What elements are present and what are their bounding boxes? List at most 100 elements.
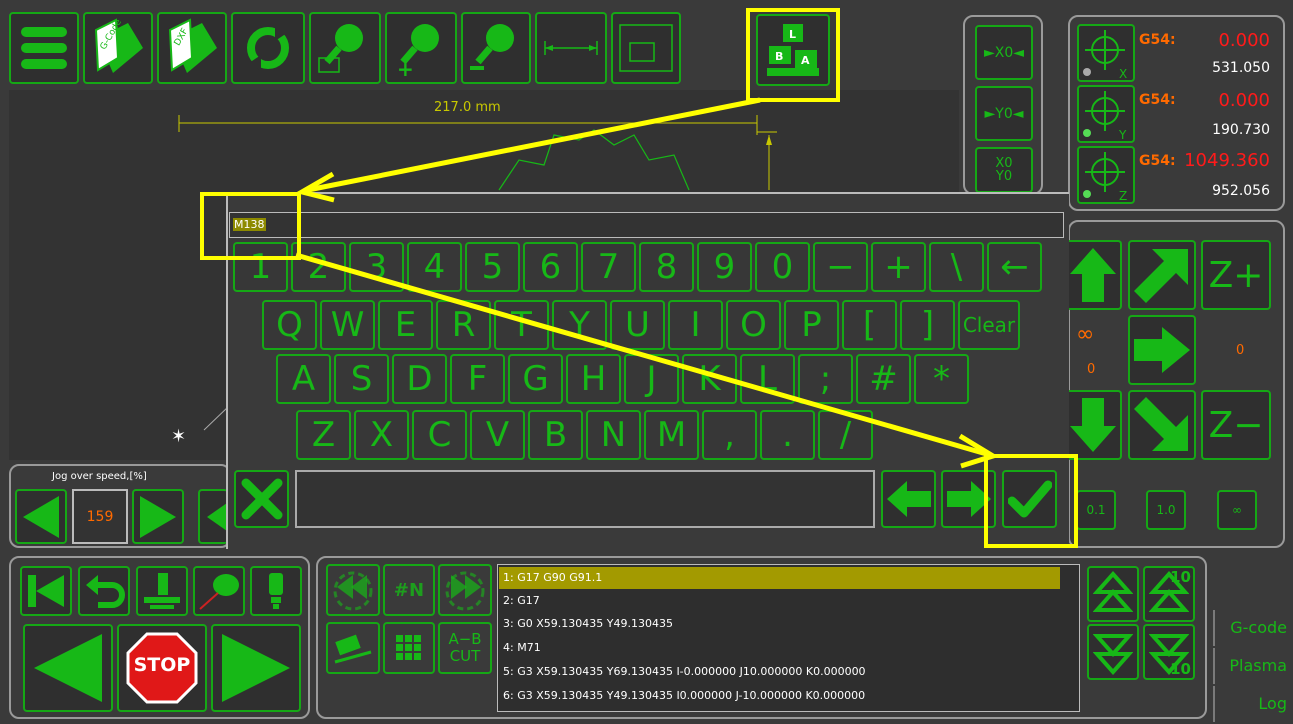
- scroll-down-10-button[interactable]: 10: [1143, 624, 1195, 680]
- zero-x-button[interactable]: ►X0◄: [975, 25, 1033, 80]
- key-char[interactable]: ]: [900, 300, 955, 350]
- zero-y-button[interactable]: ►Y0◄: [975, 86, 1033, 141]
- key-char[interactable]: ;: [798, 354, 853, 404]
- jog-y-minus-button[interactable]: [1066, 390, 1122, 460]
- step-01-button[interactable]: 0.1: [1076, 490, 1116, 530]
- scroll-down-button[interactable]: [1087, 624, 1139, 680]
- material-button[interactable]: [326, 622, 380, 674]
- key-char[interactable]: \: [929, 242, 984, 292]
- jog-y-plus-button[interactable]: [1066, 240, 1122, 310]
- key-char[interactable]: Y: [552, 300, 607, 350]
- stop-button[interactable]: STOP: [117, 624, 207, 712]
- measure-button[interactable]: [535, 12, 607, 84]
- key-char[interactable]: 6: [523, 242, 578, 292]
- key-char[interactable]: ,: [702, 410, 757, 460]
- keyboard-cancel-button[interactable]: [234, 470, 289, 528]
- jog-xy-plus-button[interactable]: [1128, 240, 1196, 310]
- key-char[interactable]: 1: [233, 242, 288, 292]
- keyboard-secondary-field[interactable]: [295, 470, 875, 528]
- key-char[interactable]: *: [914, 354, 969, 404]
- jog-xy-minus-button[interactable]: [1128, 390, 1196, 460]
- prev-line-button[interactable]: [326, 564, 380, 616]
- next-line-button[interactable]: [438, 564, 492, 616]
- tab-gcode[interactable]: G-code: [1213, 610, 1291, 646]
- key-char[interactable]: C: [412, 410, 467, 460]
- key-char[interactable]: 3: [349, 242, 404, 292]
- axis-x-button[interactable]: X: [1077, 24, 1135, 82]
- key-char[interactable]: −: [813, 242, 868, 292]
- key-char[interactable]: I: [668, 300, 723, 350]
- keyboard-input-field[interactable]: M138: [229, 212, 1064, 238]
- tab-log[interactable]: Log: [1213, 686, 1291, 722]
- grid-button[interactable]: [383, 622, 435, 674]
- key-char[interactable]: T: [494, 300, 549, 350]
- key-char[interactable]: V: [470, 410, 525, 460]
- key-char[interactable]: 9: [697, 242, 752, 292]
- zero-xy-button[interactable]: X0 Y0: [975, 147, 1033, 193]
- key-char[interactable]: O: [726, 300, 781, 350]
- key-char[interactable]: [: [842, 300, 897, 350]
- key-char[interactable]: A: [276, 354, 331, 404]
- key-char[interactable]: H: [566, 354, 621, 404]
- key-char[interactable]: E: [378, 300, 433, 350]
- axis-z-button[interactable]: Z: [1077, 146, 1135, 204]
- key-char[interactable]: 4: [407, 242, 462, 292]
- key-char[interactable]: 8: [639, 242, 694, 292]
- tab-plasma[interactable]: Plasma: [1213, 648, 1291, 684]
- key-char[interactable]: 0: [755, 242, 810, 292]
- key-char[interactable]: R: [436, 300, 491, 350]
- key-char[interactable]: J: [624, 354, 679, 404]
- key-char[interactable]: Z: [296, 410, 351, 460]
- run-forward-button[interactable]: [211, 624, 301, 712]
- menu-button[interactable]: [9, 12, 79, 84]
- step-inf-button[interactable]: ∞: [1217, 490, 1257, 530]
- torch-down-button[interactable]: [136, 566, 188, 616]
- key-char[interactable]: F: [450, 354, 505, 404]
- gcode-line[interactable]: 2: G17: [500, 590, 1060, 612]
- key-char[interactable]: W: [320, 300, 375, 350]
- key-clear[interactable]: Clear: [958, 300, 1020, 350]
- keyboard-button[interactable]: L B A: [756, 14, 830, 86]
- gcode-line[interactable]: 1: G17 G90 G91.1: [500, 567, 1060, 589]
- scroll-up-10-button[interactable]: 10: [1143, 566, 1195, 622]
- zoom-out-button[interactable]: [461, 12, 531, 84]
- cursor-left-button[interactable]: [881, 470, 936, 528]
- step-10-button[interactable]: 1.0: [1146, 490, 1186, 530]
- ab-cut-button[interactable]: A−B CUT: [438, 622, 492, 674]
- key-char[interactable]: Q: [262, 300, 317, 350]
- key-char[interactable]: X: [354, 410, 409, 460]
- keyboard-confirm-button[interactable]: [1002, 470, 1057, 528]
- frame-button[interactable]: [611, 12, 681, 84]
- jog-speed-increase-button[interactable]: [132, 489, 184, 544]
- key-char[interactable]: L: [740, 354, 795, 404]
- key-char[interactable]: S: [334, 354, 389, 404]
- key-char[interactable]: +: [871, 242, 926, 292]
- jog-speed-extra-button[interactable]: [198, 489, 228, 544]
- jog-z-minus-button[interactable]: Z−: [1201, 390, 1271, 460]
- key-char[interactable]: 2: [291, 242, 346, 292]
- zoom-fit-button[interactable]: [309, 12, 381, 84]
- zoom-in-button[interactable]: +: [385, 12, 457, 84]
- jog-z-plus-button[interactable]: Z+: [1201, 240, 1271, 310]
- key-char[interactable]: N: [586, 410, 641, 460]
- torch-tool-button[interactable]: [250, 566, 302, 616]
- key-char[interactable]: #: [856, 354, 911, 404]
- return-button[interactable]: [78, 566, 130, 616]
- key-char[interactable]: 7: [581, 242, 636, 292]
- key-char[interactable]: 5: [465, 242, 520, 292]
- key-char[interactable]: P: [784, 300, 839, 350]
- key-backspace[interactable]: ←: [987, 242, 1042, 292]
- pierce-test-button[interactable]: [193, 566, 245, 616]
- open-gcode-button[interactable]: G-Code: [83, 12, 153, 84]
- jog-speed-decrease-button[interactable]: [15, 489, 67, 544]
- key-char[interactable]: K: [682, 354, 737, 404]
- gcode-line[interactable]: 5: G3 X59.130435 Y69.130435 I-0.000000 J…: [500, 661, 1060, 683]
- key-char[interactable]: U: [610, 300, 665, 350]
- cursor-right-button[interactable]: [941, 470, 996, 528]
- gcode-line[interactable]: 3: G0 X59.130435 Y49.130435: [500, 613, 1060, 635]
- scroll-up-button[interactable]: [1087, 566, 1139, 622]
- key-char[interactable]: /: [818, 410, 873, 460]
- run-backward-button[interactable]: [23, 624, 113, 712]
- key-char[interactable]: D: [392, 354, 447, 404]
- open-dxf-button[interactable]: DXF: [157, 12, 227, 84]
